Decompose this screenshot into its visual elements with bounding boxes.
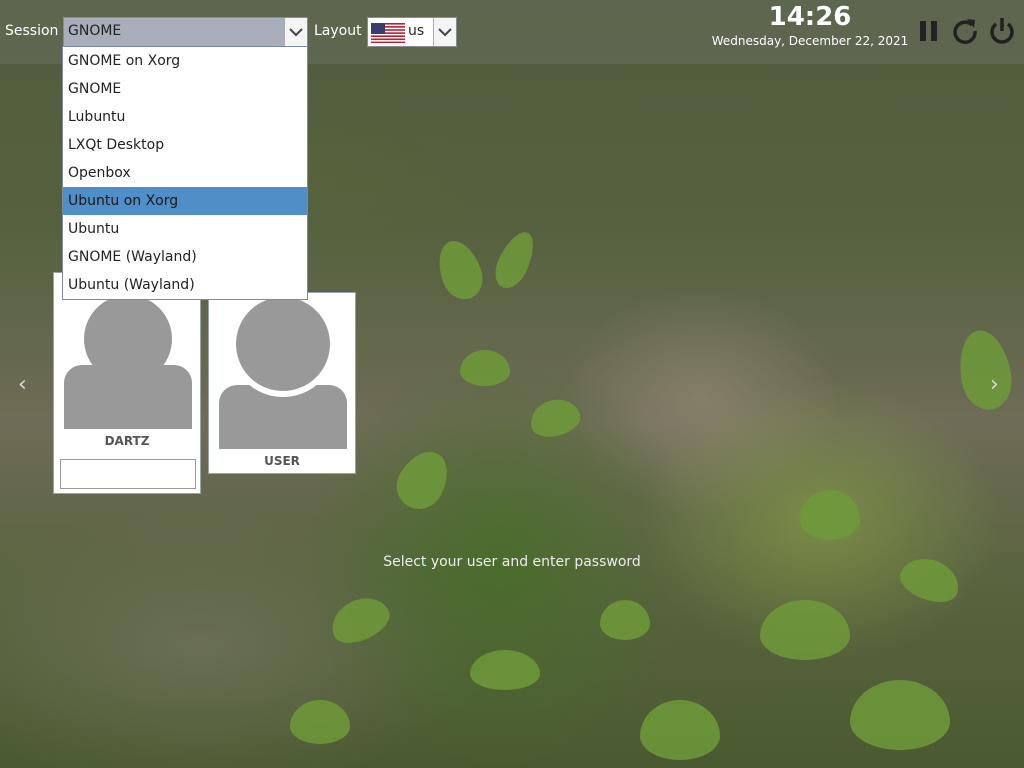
session-option[interactable]: GNOME <box>63 75 307 103</box>
session-option[interactable]: Openbox <box>63 159 307 187</box>
session-option[interactable]: Ubuntu <box>63 215 307 243</box>
previous-user-icon[interactable]: ‹ <box>18 372 27 397</box>
user-name: DARTZ <box>104 434 150 448</box>
session-option[interactable]: GNOME on Xorg <box>63 47 307 75</box>
power-icon[interactable] <box>987 16 1017 46</box>
layout-label: Layout <box>314 23 362 39</box>
session-label: Session <box>5 23 59 39</box>
clock-date: Wednesday, December 22, 2021 <box>711 34 909 48</box>
user-name: USER <box>264 454 300 468</box>
session-select[interactable]: GNOME <box>63 17 308 47</box>
session-option[interactable]: LXQt Desktop <box>63 131 307 159</box>
session-option-selected[interactable]: Ubuntu on Xorg <box>63 187 307 215</box>
password-input[interactable] <box>60 459 196 489</box>
session-option[interactable]: Ubuntu (Wayland) <box>63 271 307 299</box>
chevron-down-icon[interactable] <box>284 18 307 46</box>
layout-value: us <box>408 23 425 39</box>
layout-select[interactable]: us <box>367 17 457 47</box>
clock-time: 14:26 <box>768 2 852 32</box>
session-value: GNOME <box>68 23 122 39</box>
user-card-user[interactable]: USER <box>208 292 356 474</box>
chevron-down-icon[interactable] <box>433 18 456 46</box>
us-flag-icon <box>371 23 405 43</box>
avatar <box>236 297 330 391</box>
pause-icon[interactable] <box>914 16 944 46</box>
login-prompt: Select your user and enter password <box>383 554 641 570</box>
user-card-dartz[interactable]: DARTZ <box>53 272 201 494</box>
session-menu: GNOME on Xorg GNOME Lubuntu LXQt Desktop… <box>62 46 308 300</box>
session-option[interactable]: Lubuntu <box>63 103 307 131</box>
session-option[interactable]: GNOME (Wayland) <box>63 243 307 271</box>
next-user-icon[interactable]: › <box>990 372 999 397</box>
restart-icon[interactable] <box>950 16 980 46</box>
